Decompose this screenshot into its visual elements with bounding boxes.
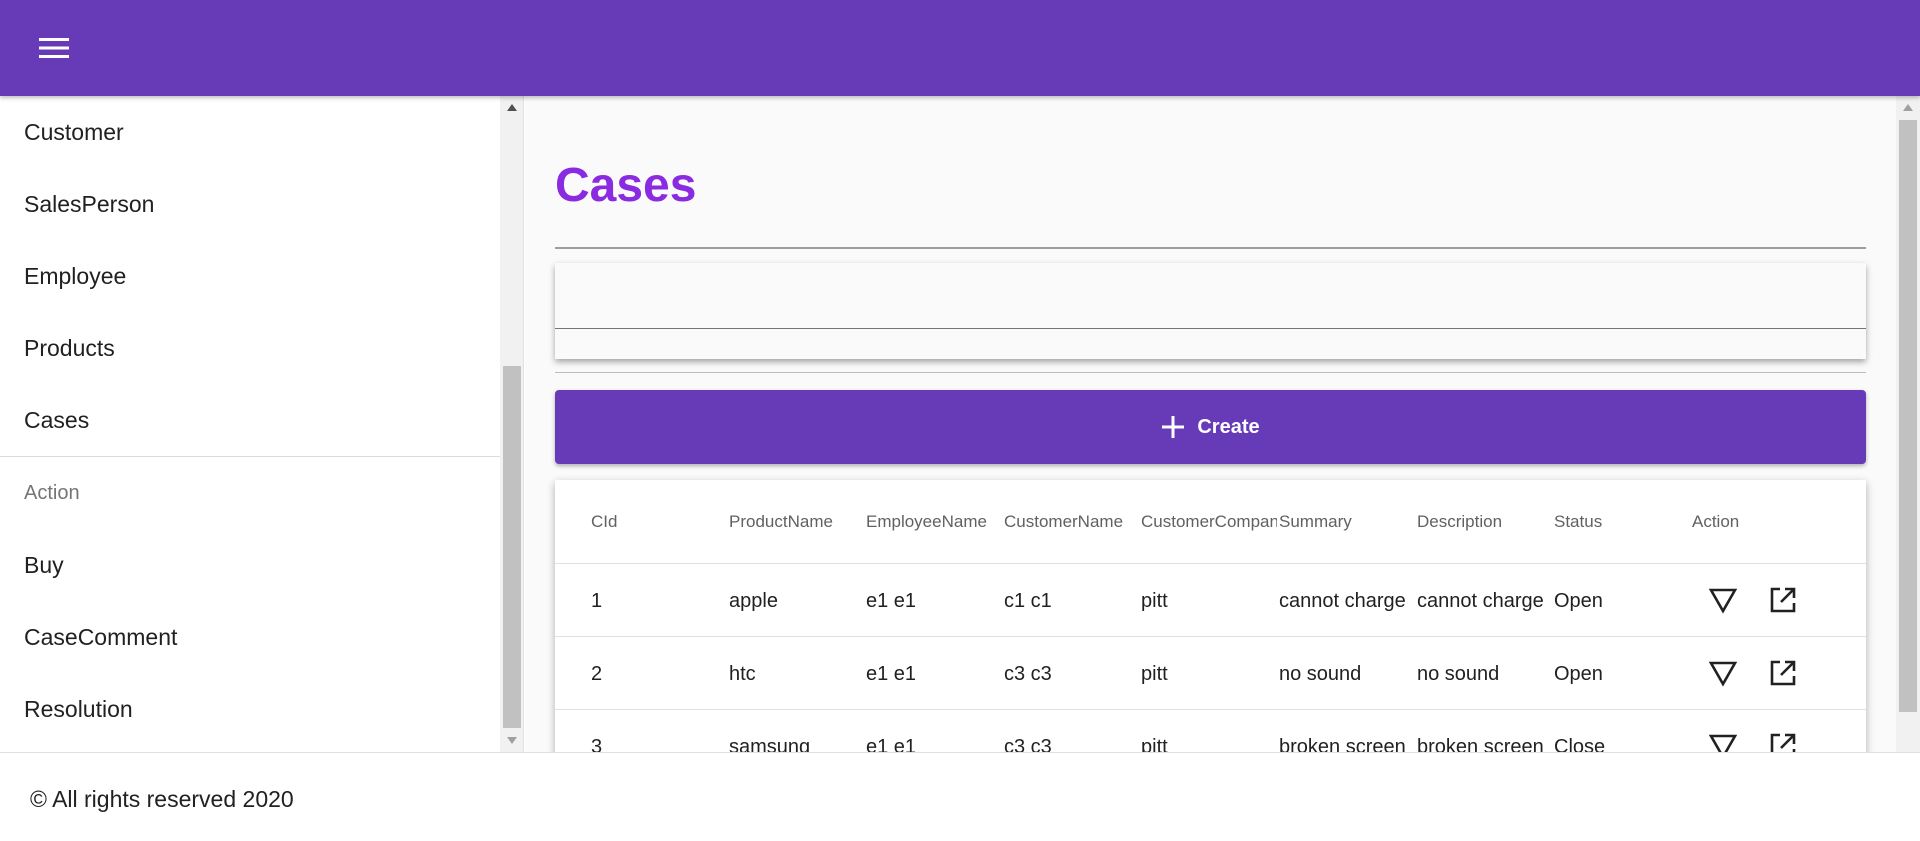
cell-customername: c3 c3 [1004,663,1052,685]
filter-button[interactable] [1707,730,1739,752]
cell-status: Open [1554,663,1603,685]
filter-divider [555,372,1866,373]
table-row[interactable]: 2 htc e1 e1 c3 c3 pitt no sound no sound… [555,637,1866,710]
table-row[interactable]: 3 samsung e1 e1 c3 c3 pitt broken screen… [555,710,1866,752]
sidebar-item-resolution[interactable]: Resolution [0,673,500,745]
scroll-up-arrow-icon[interactable] [1903,104,1913,111]
filter-icon [1708,588,1738,614]
column-header-action: Action [1692,512,1740,531]
column-header-employeename[interactable]: EmployeeName [866,512,1002,532]
cell-description: broken screen [1417,736,1544,752]
sidebar-item-cases[interactable]: Cases [0,384,500,456]
sidebar: Customer SalesPerson Employee Products C… [0,96,524,752]
cell-status: Open [1554,590,1603,612]
cell-customercompany: pitt [1141,736,1168,752]
sidebar-item-products[interactable]: Products [0,312,500,384]
cell-employeename: e1 e1 [866,663,917,685]
column-header-productname[interactable]: ProductName [729,512,865,532]
cases-table: CId ProductName EmployeeName CustomerNam… [555,480,1866,752]
main-scrollbar[interactable] [1896,96,1920,752]
cell-customername: c3 c3 [1004,736,1052,752]
open-button[interactable] [1767,584,1799,616]
cell-customercompany: pitt [1141,590,1168,612]
column-header-status[interactable]: Status [1554,512,1690,532]
cell-summary: cannot charge [1279,590,1406,612]
cell-productname: htc [729,663,756,685]
menu-icon [39,38,69,58]
scroll-down-arrow-icon[interactable] [507,737,517,744]
cell-cid: 1 [591,590,603,612]
open-in-new-icon [1770,587,1796,613]
page-title: Cases [555,159,697,212]
main-content: Cases Create CId ProductName EmployeeNam… [525,96,1920,752]
filter-icon [1708,734,1738,752]
column-header-summary[interactable]: Summary [1279,512,1415,532]
cell-summary: no sound [1279,663,1362,685]
open-button[interactable] [1767,730,1799,752]
main-scroll-thumb[interactable] [1899,120,1917,712]
sidebar-item-buy[interactable]: Buy [0,529,500,601]
cell-description: cannot charge [1417,590,1544,612]
cell-cid: 3 [591,736,603,752]
sidebar-item-customer[interactable]: Customer [0,96,500,168]
sidebar-nav: Customer SalesPerson Employee Products C… [0,96,500,745]
open-button[interactable] [1767,657,1799,689]
cell-summary: broken screen [1279,736,1406,752]
sidebar-item-employee[interactable]: Employee [0,240,500,312]
filter-button[interactable] [1707,584,1739,616]
top-app-bar [0,0,1920,96]
sidebar-scrollbar[interactable] [500,96,523,752]
filter-icon [1708,661,1738,687]
title-divider [555,247,1866,249]
cell-employeename: e1 e1 [866,590,917,612]
sidebar-section-action: Action [24,481,80,504]
cell-customercompany: pitt [1141,663,1168,685]
cell-productname: apple [729,590,778,612]
column-header-cid[interactable]: CId [591,512,721,532]
filter-card [555,263,1866,359]
open-in-new-icon [1770,660,1796,686]
create-button[interactable]: Create [555,390,1866,464]
column-header-description[interactable]: Description [1417,512,1553,532]
open-in-new-icon [1770,733,1796,752]
cell-cid: 2 [591,663,603,685]
column-header-customername[interactable]: CustomerName [1004,512,1140,532]
cell-customername: c1 c1 [1004,590,1052,612]
footer: © All rights reserved 2020 [0,752,1920,841]
create-button-label: Create [1197,415,1260,438]
sidebar-scroll-thumb[interactable] [503,366,521,728]
table-header: CId ProductName EmployeeName CustomerNam… [555,480,1866,564]
table-row[interactable]: 1 apple e1 e1 c1 c1 pitt cannot charge c… [555,564,1866,637]
filter-input[interactable] [555,263,1866,329]
cell-status: Close [1554,736,1606,752]
copyright-text: © All rights reserved 2020 [30,786,294,812]
column-header-customercompany[interactable]: CustomerCompany [1141,512,1277,532]
cell-description: no sound [1417,663,1500,685]
filter-button[interactable] [1707,657,1739,689]
cell-productname: samsung [729,736,811,752]
menu-button[interactable] [30,30,78,66]
sidebar-item-salesperson[interactable]: SalesPerson [0,168,500,240]
plus-icon [1162,416,1185,438]
scroll-up-arrow-icon[interactable] [507,104,517,111]
cell-employeename: e1 e1 [866,736,917,752]
sidebar-item-casecomment[interactable]: CaseComment [0,601,500,673]
